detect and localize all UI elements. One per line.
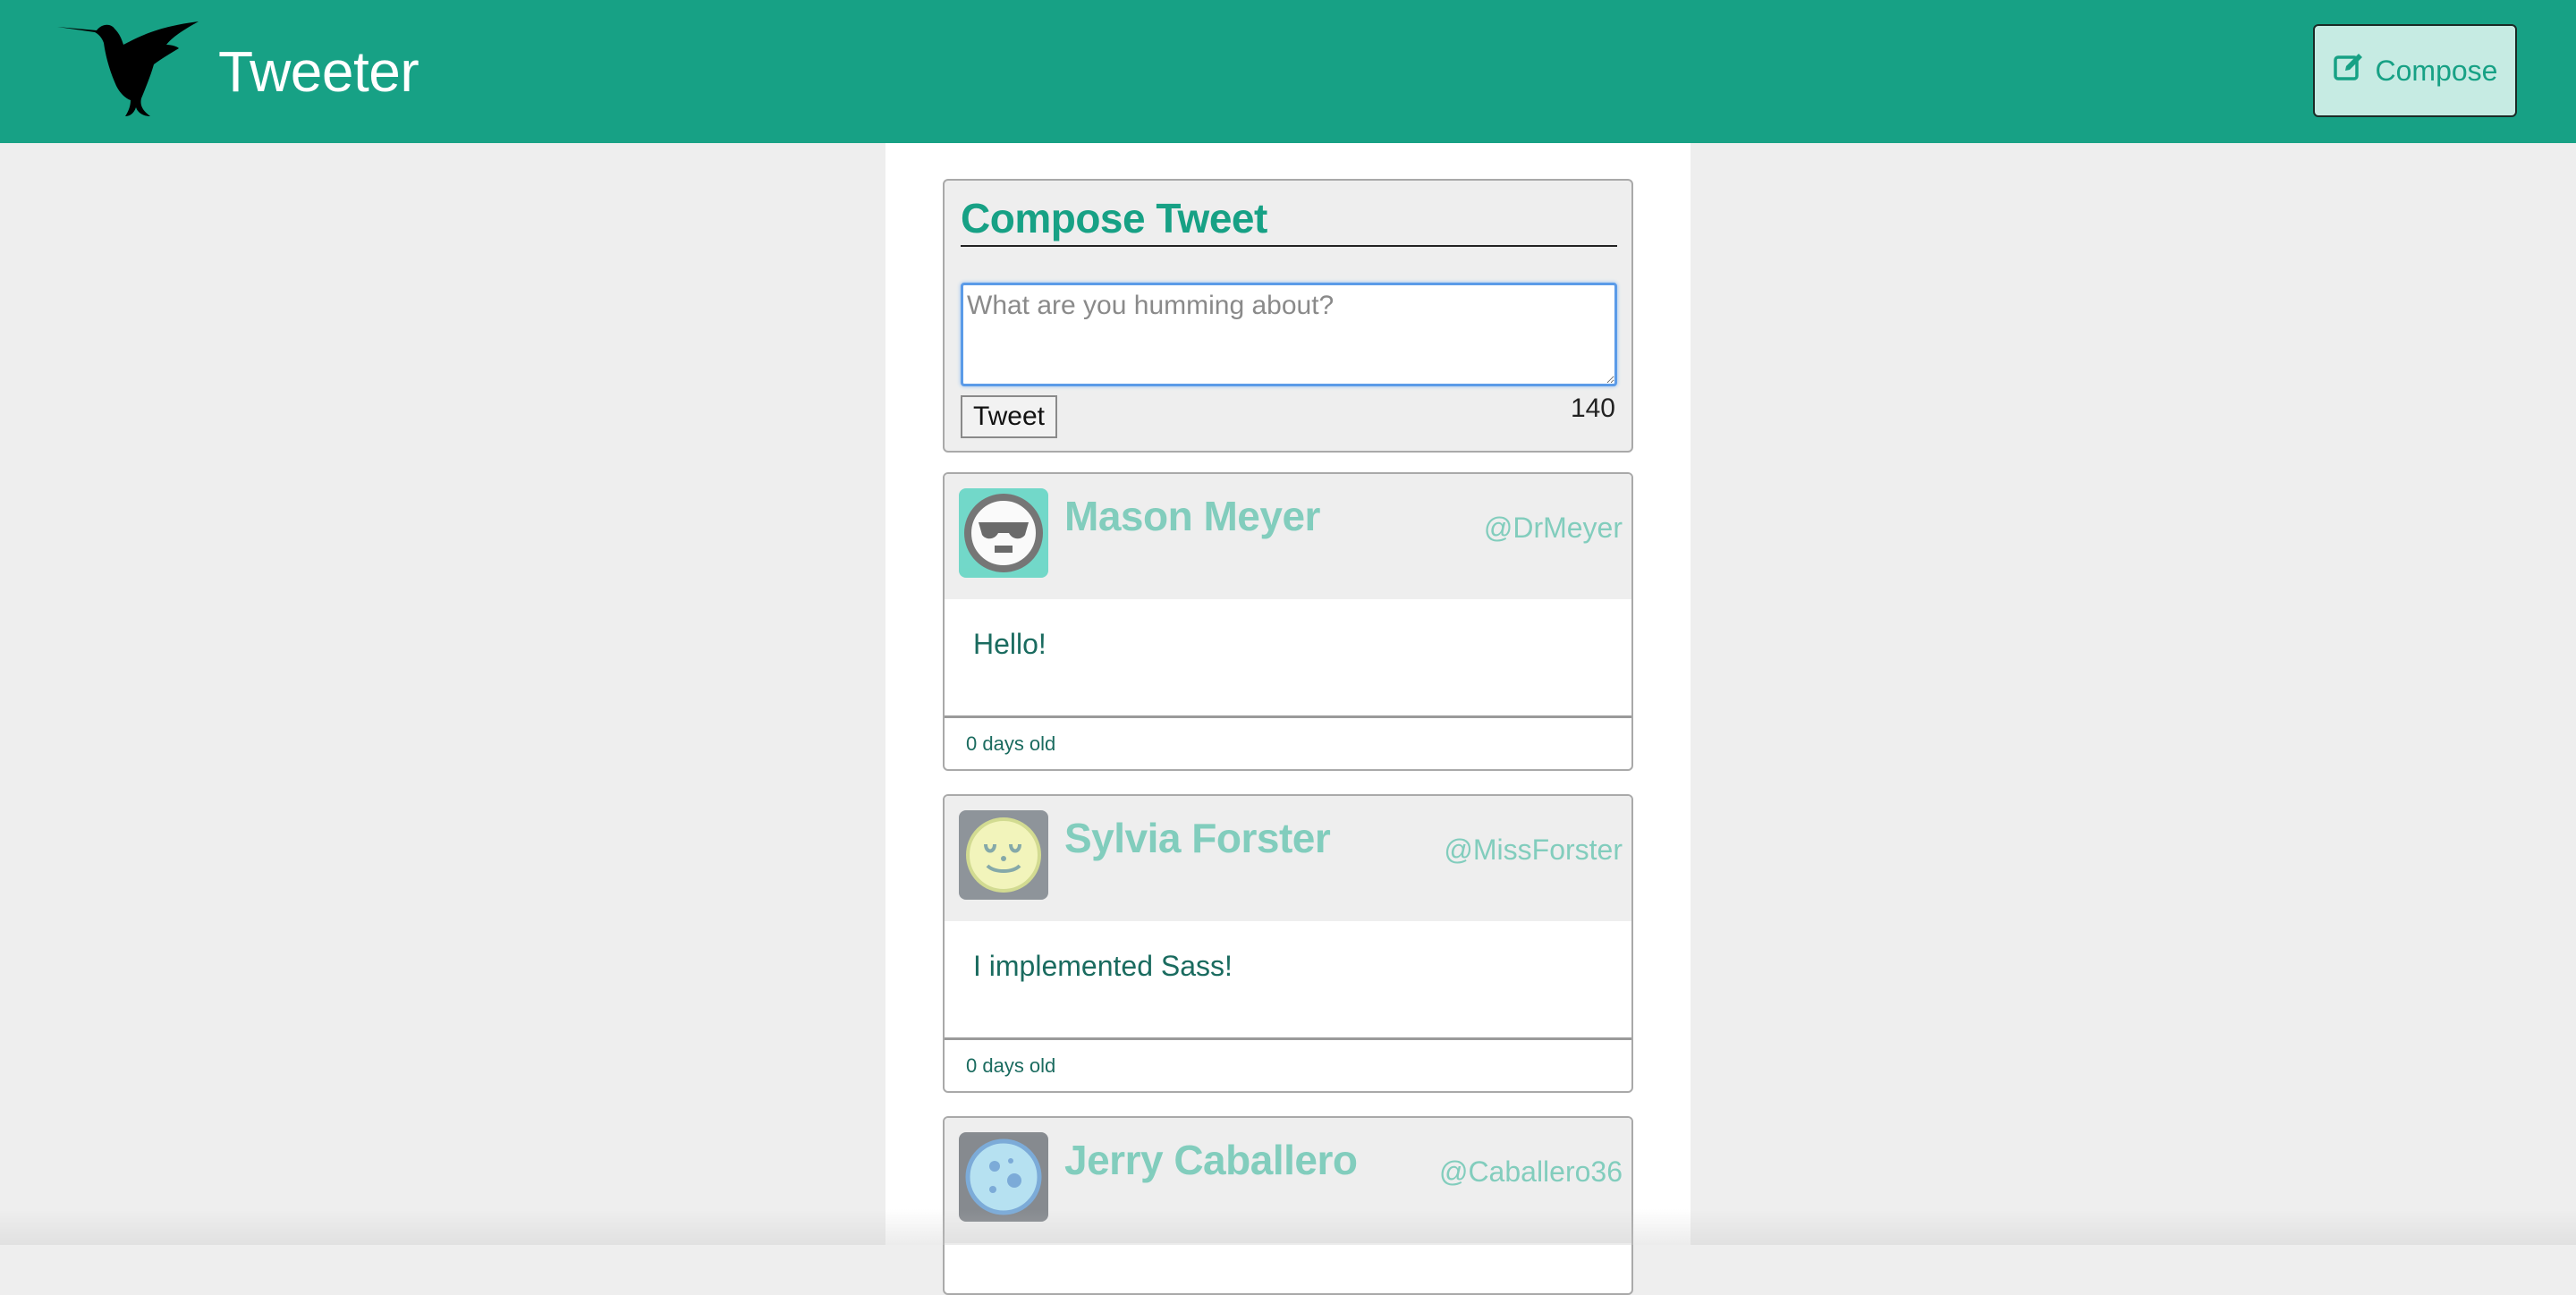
user-name: Sylvia Forster: [1064, 815, 1331, 861]
user-handle: @MissForster: [1444, 834, 1623, 866]
user-handle: @Caballero36: [1438, 1155, 1623, 1188]
tweet-header: Sylvia Forster @MissForster: [945, 796, 1631, 921]
tweet-age: 0 days old: [966, 732, 1056, 755]
tweet-card: Sylvia Forster @MissForster I implemente…: [943, 794, 1633, 1093]
compose-tweet-section: Compose Tweet Tweet 140: [943, 179, 1633, 453]
tweet-textarea[interactable]: [961, 283, 1617, 386]
hummingbird-icon[interactable]: [57, 18, 200, 118]
compose-title: Compose Tweet: [961, 193, 1617, 247]
user-name: Mason Meyer: [1064, 493, 1320, 539]
tweet-card: Jerry Caballero @Caballero36: [943, 1116, 1633, 1295]
tweet-footer: 0 days old: [945, 715, 1631, 769]
tweet-age: 0 days old: [966, 1054, 1056, 1077]
user-handle: @DrMeyer: [1483, 512, 1623, 544]
tweet-submit-button[interactable]: Tweet: [961, 395, 1057, 438]
top-nav: Tweeter Compose: [0, 0, 2576, 143]
tweet-header: Jerry Caballero @Caballero36: [945, 1118, 1631, 1243]
character-counter: 140: [1570, 394, 1615, 423]
edit-icon: [2333, 51, 2365, 90]
compose-button-label: Compose: [2375, 54, 2498, 87]
main-container: Compose Tweet Tweet 140 Mason Meyer @DrM…: [886, 143, 1690, 1295]
germ-icon: [959, 810, 1048, 900]
tweet-footer: 0 days old: [945, 1037, 1631, 1091]
user-name: Jerry Caballero: [1064, 1137, 1358, 1183]
tweet-header: Mason Meyer @DrMeyer: [945, 474, 1631, 599]
tweet-text: Hello!: [973, 628, 1046, 660]
brand-title[interactable]: Tweeter: [218, 34, 419, 109]
cell-icon: [959, 1132, 1048, 1222]
sunglasses-face-icon: [959, 488, 1048, 578]
tweet-card: Mason Meyer @DrMeyer Hello! 0 days old: [943, 472, 1633, 771]
compose-button[interactable]: Compose: [2313, 24, 2517, 117]
tweet-text: I implemented Sass!: [973, 950, 1233, 982]
